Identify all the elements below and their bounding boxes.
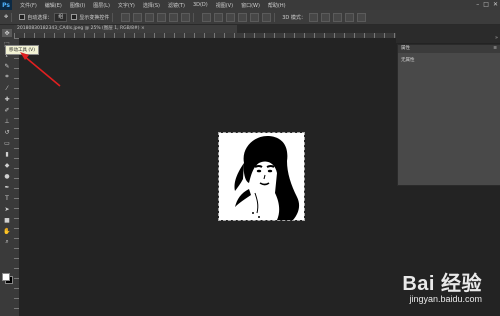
- watermark-logo: Bai 经验: [402, 273, 482, 295]
- watermark-url: jingyan.baidu.com: [409, 294, 482, 304]
- baidu-watermark: Bai 经验 jingyan.baidu.com: [402, 267, 482, 304]
